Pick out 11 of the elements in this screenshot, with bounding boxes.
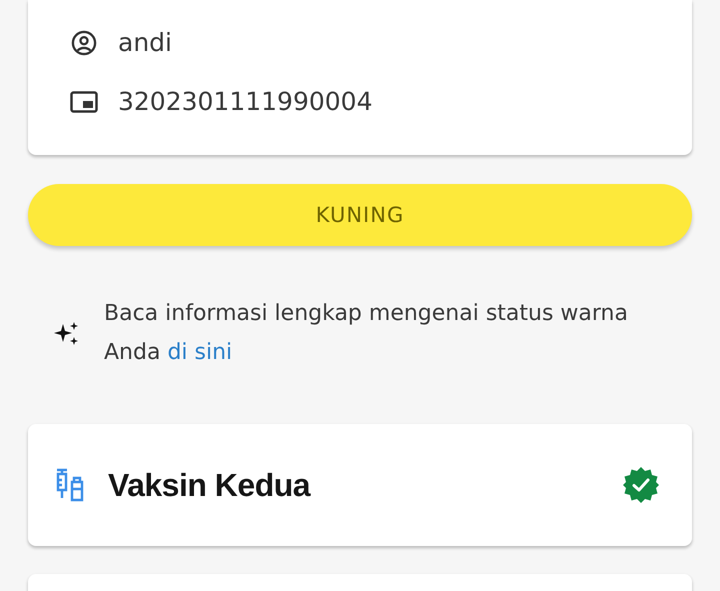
vaccine-card[interactable]: Vaksin Kedua bbox=[28, 424, 692, 546]
user-name: andi bbox=[118, 28, 172, 57]
status-button[interactable]: KUNING bbox=[28, 184, 692, 246]
id-number: 3202301111990004 bbox=[118, 87, 372, 116]
syringe-vial-icon bbox=[54, 468, 86, 502]
info-link[interactable]: di sini bbox=[167, 340, 232, 365]
info-text: Baca informasi lengkap mengenai status warna Anda di sini bbox=[104, 300, 629, 367]
vaccine-title: Vaksin Kedua bbox=[108, 466, 312, 504]
id-card-icon bbox=[70, 90, 98, 114]
user-icon bbox=[70, 28, 98, 56]
sparkle-icon bbox=[54, 320, 80, 346]
